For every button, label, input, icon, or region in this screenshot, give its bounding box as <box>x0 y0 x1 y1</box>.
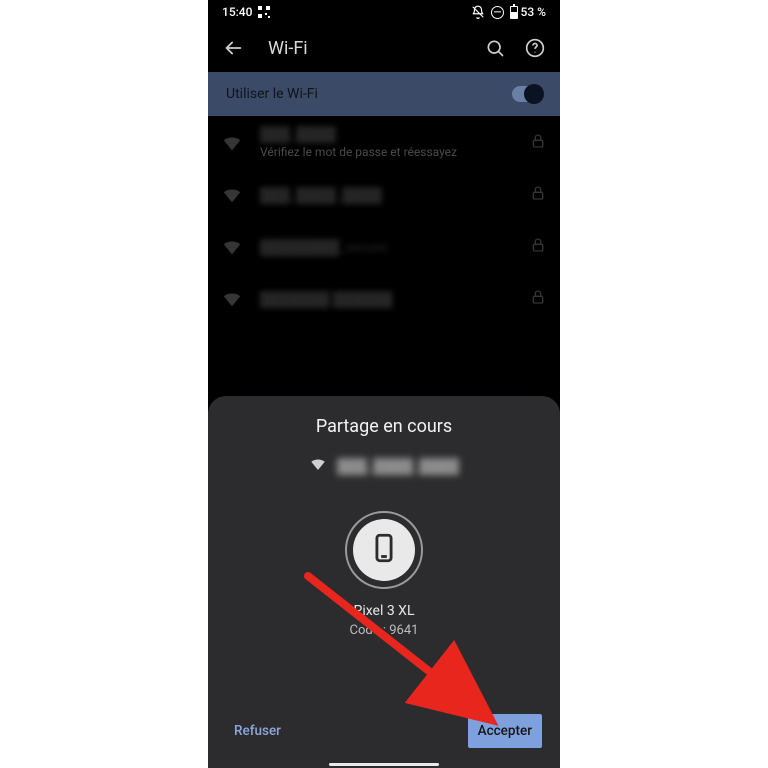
wifi-signal-icon <box>218 184 246 206</box>
wifi-toggle-switch[interactable] <box>512 86 542 102</box>
wifi-toggle-label: Utiliser le Wi-Fi <box>226 86 318 102</box>
battery-text: 53 % <box>521 5 546 19</box>
wifi-network-item[interactable]: ███_████_████ <box>208 169 560 221</box>
qr-icon <box>258 6 270 18</box>
do-not-disturb-icon <box>491 6 504 19</box>
sheet-title: Partage en cours <box>316 416 452 437</box>
device-name: Pixel 3 XL <box>353 603 414 619</box>
status-bar: 15:40 53 % <box>208 0 560 24</box>
pairing-code: Code : 9641 <box>350 623 419 638</box>
wifi-ssid: ███_████_████ <box>260 187 516 204</box>
status-time: 15:40 <box>222 5 252 19</box>
wifi-signal-icon <box>218 132 246 154</box>
wifi-network-item[interactable]: ████████_secure <box>208 221 560 273</box>
refuse-button[interactable]: Refuser <box>226 714 289 748</box>
wifi-ssid: ████████_secure <box>260 239 516 256</box>
wifi-network-item[interactable]: ███████ ██████ <box>208 273 560 325</box>
wifi-master-toggle-row[interactable]: Utiliser le Wi-Fi <box>208 72 560 116</box>
phone-frame: 15:40 53 % Wi-Fi <box>208 0 560 768</box>
wifi-signal-icon <box>218 288 246 310</box>
battery-indicator: 53 % <box>510 5 546 19</box>
wifi-ssid: ███_████ <box>260 126 516 143</box>
share-wifi-bottom-sheet: Partage en cours ███_████_████ Pixel 3 X… <box>208 396 560 768</box>
shared-network-ssid: ███_████_████ <box>337 458 459 475</box>
lock-icon <box>530 133 546 153</box>
device-avatar <box>345 511 423 589</box>
lock-icon <box>530 289 546 309</box>
help-button[interactable] <box>520 33 550 63</box>
accept-button[interactable]: Accepter <box>468 714 542 748</box>
wifi-network-list: ███_████ Vérifiez le mot de passe et rée… <box>208 116 560 325</box>
back-button[interactable] <box>218 33 248 63</box>
page-title: Wi-Fi <box>268 38 460 59</box>
lock-icon <box>530 237 546 257</box>
notifications-off-icon <box>471 5 485 19</box>
phone-icon <box>367 531 401 569</box>
wifi-icon <box>309 455 327 477</box>
lock-icon <box>530 185 546 205</box>
wifi-network-item[interactable]: ███_████ Vérifiez le mot de passe et rée… <box>208 116 560 169</box>
wifi-signal-icon <box>218 236 246 258</box>
wifi-ssid: ███████ ██████ <box>260 291 516 308</box>
gesture-nav-bar[interactable] <box>208 763 560 766</box>
search-button[interactable] <box>480 33 510 63</box>
wifi-status-text: Vérifiez le mot de passe et réessayez <box>260 145 516 159</box>
app-bar: Wi-Fi <box>208 24 560 72</box>
